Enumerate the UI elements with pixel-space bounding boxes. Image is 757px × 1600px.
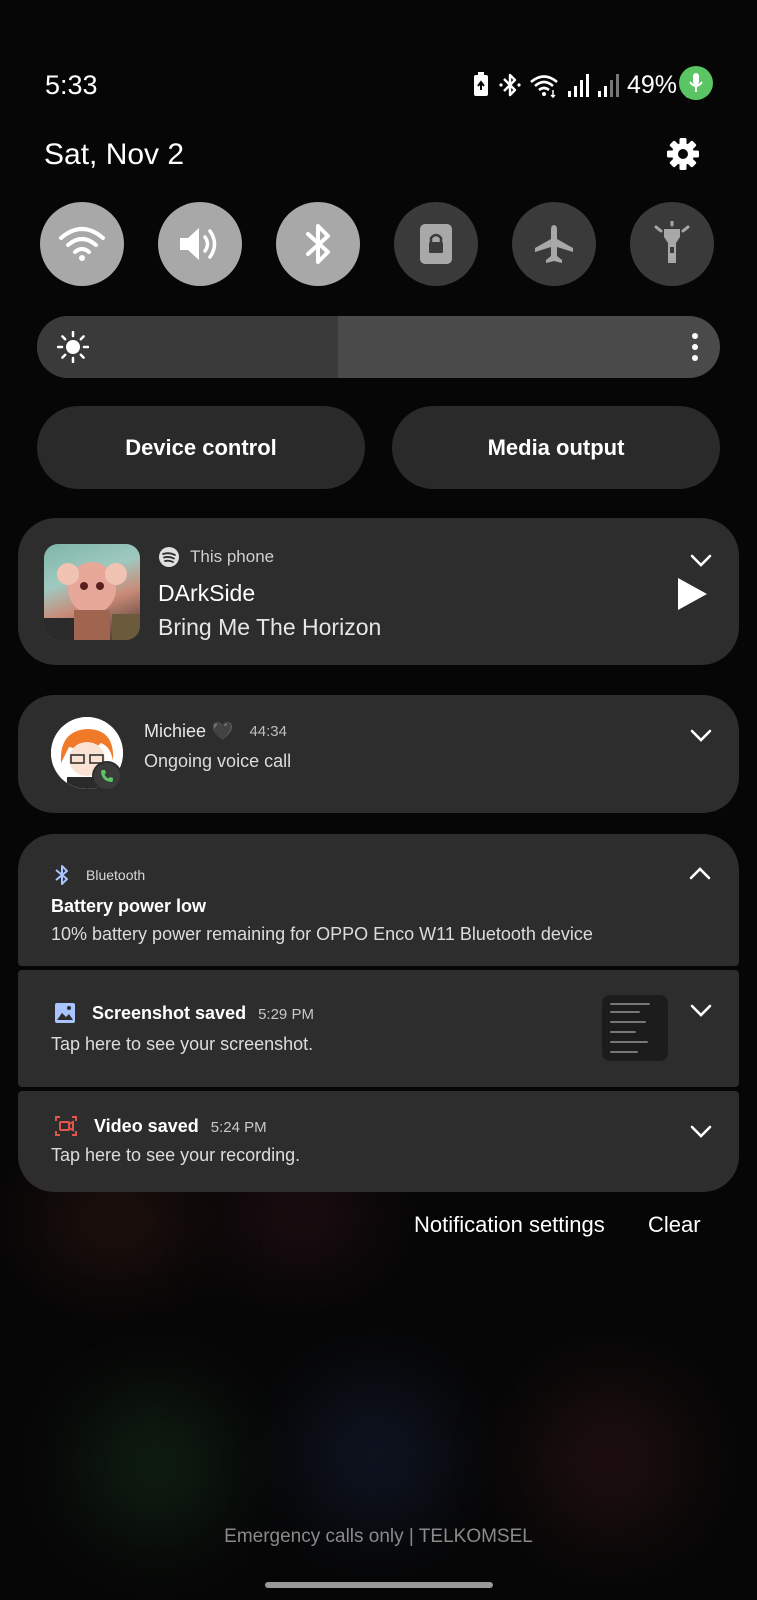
more-options-icon[interactable] [690, 332, 700, 362]
call-duration: 44:34 [249, 723, 287, 740]
notification-header: Video saved 5:24 PM [54, 1115, 267, 1137]
wifi-icon [59, 227, 105, 261]
bluetooth-icon [306, 224, 330, 264]
gesture-handle[interactable] [265, 1582, 493, 1588]
notification-title: Video saved [94, 1115, 199, 1136]
sun-icon [57, 331, 89, 363]
device-control-button[interactable]: Device control [37, 406, 365, 489]
wifi-icon [530, 75, 558, 98]
bluetooth-icon [55, 865, 68, 885]
notification-header: Screenshot saved 5:29 PM [54, 1002, 314, 1024]
chevron-down-icon[interactable] [690, 729, 712, 743]
status-icons: 49% [471, 68, 699, 102]
rotation-lock-icon [420, 224, 452, 264]
date: Sat, Nov 2 [44, 138, 185, 171]
wifi-toggle[interactable] [40, 202, 124, 286]
notification-video[interactable]: Video saved 5:24 PM Tap here to see your… [18, 1091, 739, 1192]
media-player-card[interactable]: This phone DArkSide Bring Me The Horizon [18, 518, 739, 665]
chevron-down-icon[interactable] [690, 554, 712, 568]
spotify-icon [159, 547, 179, 567]
notification-screenshot[interactable]: Screenshot saved 5:29 PM Tap here to see… [18, 970, 739, 1087]
call-header: Michiee 🖤 44:34 [144, 721, 287, 742]
rotation-lock-toggle[interactable] [394, 202, 478, 286]
background-glow [300, 1380, 450, 1530]
notification-app-name: Bluetooth [86, 867, 146, 883]
ongoing-call-card[interactable]: Michiee 🖤 44:34 Ongoing voice call [18, 695, 739, 813]
clock: 5:33 [45, 70, 98, 100]
album-art [44, 544, 140, 640]
chevron-up-icon[interactable] [689, 866, 711, 880]
media-artist: Bring Me The Horizon [158, 614, 382, 640]
notification-title: Battery power low [51, 896, 207, 916]
battery-percent: 49% [626, 70, 677, 99]
notification-bluetooth[interactable]: Bluetooth Battery power low 10% battery … [18, 834, 739, 966]
brightness-slider[interactable] [37, 316, 720, 378]
media-source: This phone [190, 547, 275, 566]
chevron-down-icon[interactable] [690, 1004, 712, 1018]
media-title: DArkSide [158, 580, 256, 606]
bluetooth-icon [499, 73, 521, 97]
notification-text: Tap here to see your recording. [51, 1145, 301, 1165]
notification-title: Screenshot saved [92, 1002, 247, 1023]
gear-icon[interactable] [665, 136, 701, 172]
phone-icon [92, 761, 122, 791]
media-output-button[interactable]: Media output [392, 406, 720, 489]
call-status: Ongoing voice call [144, 751, 292, 771]
notification-time: 5:29 PM [258, 1005, 314, 1023]
notification-settings-button[interactable]: Notification settings [414, 1212, 605, 1238]
media-source-row: This phone [158, 546, 274, 568]
notification-time: 5:24 PM [210, 1118, 267, 1136]
screenshot-thumbnail[interactable] [602, 995, 668, 1061]
background-glow [530, 1380, 690, 1540]
image-icon [55, 1003, 75, 1023]
notification-text: 10% battery power remaining for OPPO Enc… [51, 924, 593, 944]
signal-icon [567, 74, 589, 97]
play-button[interactable] [675, 576, 709, 612]
sound-icon [180, 228, 217, 260]
quick-settings-toggles [40, 202, 715, 286]
background-glow [80, 1390, 230, 1540]
caller-name: Michiee 🖤 [144, 721, 234, 741]
chevron-down-icon[interactable] [690, 1125, 712, 1139]
flashlight-icon [654, 221, 690, 263]
clear-button[interactable]: Clear [648, 1212, 701, 1238]
airplane-mode-toggle[interactable] [512, 202, 596, 286]
mic-in-use-icon[interactable] [679, 66, 713, 100]
screen-recorder-icon [55, 1116, 77, 1136]
bluetooth-toggle[interactable] [276, 202, 360, 286]
carrier-label: Emergency calls only | TELKOMSEL [224, 1526, 533, 1547]
sound-toggle[interactable] [158, 202, 242, 286]
airplane-icon [535, 225, 573, 263]
notification-app-row: Bluetooth [54, 864, 145, 886]
status-bar: 5:33 49% [0, 60, 757, 110]
notification-text: Tap here to see your screenshot. [51, 1034, 314, 1054]
battery-saver-icon [473, 72, 488, 96]
flashlight-toggle[interactable] [630, 202, 714, 286]
signal-icon-2 [597, 74, 619, 97]
